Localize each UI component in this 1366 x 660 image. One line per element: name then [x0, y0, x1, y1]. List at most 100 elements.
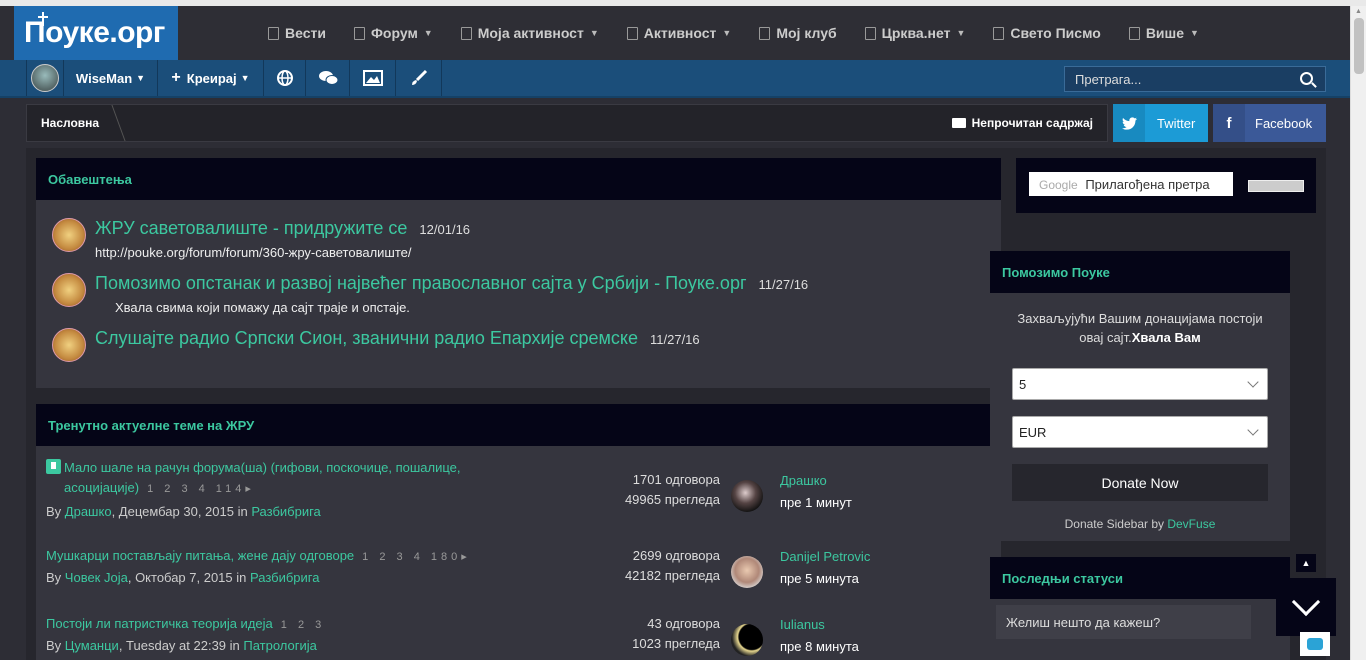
topic-meta: By Драшко, Децембар 30, 2015 in Разбибри… — [46, 504, 321, 519]
last-poster-avatar[interactable] — [731, 624, 763, 656]
document-icon — [460, 26, 472, 40]
last-poster-avatar[interactable] — [731, 480, 763, 512]
last-post-info: Iulianus пре 8 минута — [780, 614, 859, 658]
user-avatar[interactable] — [26, 60, 64, 96]
donate-text-line2: овај сајт. — [1079, 330, 1132, 345]
topic-title-link[interactable]: Мушкарци постављају питања, жене дају од… — [46, 546, 471, 567]
forum-badge-icon — [52, 328, 86, 362]
nav-item-7[interactable]: Више ▼ — [1128, 25, 1199, 41]
announcement-title: Помозимо опстанак и развој највећег прав… — [95, 273, 747, 293]
facebook-button[interactable]: f Facebook — [1213, 104, 1326, 142]
folder-icon — [951, 118, 966, 128]
unread-content-link[interactable]: Непрочитан садржај — [951, 116, 1093, 130]
last-poster-link[interactable]: Iulianus — [780, 614, 859, 636]
user-menu[interactable]: WiseMan ▼ — [64, 60, 158, 96]
announcement-date: 11/27/16 — [758, 277, 809, 292]
last-poster-link[interactable]: Danijel Petrovic — [780, 546, 870, 568]
messages-button[interactable] — [306, 60, 350, 96]
topic-stats: 43 одговора 1023 прегледа — [632, 614, 720, 654]
breadcrumb-separator — [100, 105, 126, 141]
twitter-button[interactable]: Twitter — [1113, 104, 1208, 142]
twitter-label: Twitter — [1157, 115, 1196, 131]
donate-now-button[interactable]: Donate Now — [1012, 464, 1268, 501]
topic-forum-link[interactable]: Патрологија — [243, 638, 317, 653]
nav-item-4[interactable]: Мој клуб — [759, 25, 837, 41]
announcements-panel: Обавештења ЖРУ саветовалиште - придружит… — [36, 158, 1001, 388]
topic-date: , Октобар 7, 2015 in — [127, 570, 250, 585]
scroll-up-arrow[interactable]: ▲ — [1355, 8, 1362, 15]
twitter-icon — [1113, 104, 1145, 142]
google-search-input[interactable]: Google Прилагођена претра — [1029, 172, 1233, 196]
nav-item-6[interactable]: Свето Писмо — [993, 25, 1101, 41]
topic-pages[interactable]: 1 2 3 — [281, 619, 325, 631]
create-menu[interactable]: + Креирај ▼ — [158, 60, 264, 96]
chevron-down-icon: ▼ — [589, 28, 599, 38]
by-label: By — [46, 570, 62, 585]
breadcrumb: Насловна Непрочитан садржај — [26, 104, 1108, 142]
nav-item-0[interactable]: Вести — [268, 25, 326, 41]
chevron-down-icon: ▼ — [136, 73, 146, 83]
devfuse-link[interactable]: DevFuse — [1167, 517, 1215, 531]
topic-title-link[interactable]: Мало шале на рачун форума(ша) (гифови, п… — [46, 458, 461, 499]
theme-button[interactable] — [396, 60, 442, 96]
gallery-button[interactable] — [350, 60, 396, 96]
announcement-link[interactable]: Слушајте радио Српски Сион, званични рад… — [95, 328, 700, 349]
donate-title: Помозимо Поуке — [990, 251, 1290, 293]
scrollbar-thumb[interactable] — [1354, 18, 1364, 74]
nav-item-3[interactable]: Активност ▼ — [626, 25, 731, 41]
donate-widget: Помозимо Поуке Захваљујући Вашим донациј… — [990, 251, 1290, 541]
chevron-down-icon: ▼ — [1189, 28, 1199, 38]
plus-icon: + — [171, 69, 181, 86]
announcement-subtext: Хвала свима који помажу да сајт траје и … — [115, 300, 410, 315]
currency-select[interactable]: EUR — [1012, 416, 1268, 448]
google-search-button[interactable] — [1248, 180, 1304, 192]
last-post-time: пре 5 минута — [780, 571, 859, 586]
last-poster-avatar[interactable] — [731, 556, 763, 588]
nav-item-1[interactable]: Форум ▼ — [353, 25, 433, 41]
last-poster-link[interactable]: Драшко — [780, 470, 852, 492]
nav-item-label: Мој клуб — [776, 25, 837, 41]
chevron-down-icon — [1291, 587, 1321, 617]
last-post-time: пре 1 минут — [780, 495, 852, 510]
announcements-list: ЖРУ саветовалиште - придружите се 12/01/1… — [36, 200, 1001, 369]
topic-author-link[interactable]: Човек Јоја — [65, 570, 128, 585]
document-icon — [864, 26, 876, 40]
nav-item-2[interactable]: Моја активност ▼ — [460, 25, 599, 41]
google-label: Google — [1039, 178, 1078, 192]
page-scrollbar[interactable]: ▲ — [1350, 6, 1366, 660]
amount-select[interactable]: 5 — [1012, 368, 1268, 400]
chevron-up-icon[interactable]: ▲ — [1296, 554, 1316, 572]
topic-title-link[interactable]: Постоји ли патристичка теорија идеја 1 2 … — [46, 614, 325, 635]
image-icon — [362, 70, 383, 86]
topic-forum-link[interactable]: Разбибрига — [251, 504, 320, 519]
google-placeholder: Прилагођена претра — [1085, 177, 1210, 192]
topic-title-cont: асоцијације) — [64, 480, 140, 495]
search-box[interactable]: Претрага... — [1064, 66, 1326, 92]
create-label: Креирај — [186, 70, 237, 86]
scroll-down-button[interactable] — [1276, 578, 1336, 636]
topic-author-link[interactable]: Цуманци — [65, 638, 119, 653]
nav-item-5[interactable]: Црква.нет ▼ — [864, 25, 965, 41]
search-icon[interactable] — [1300, 72, 1313, 85]
breadcrumb-home[interactable]: Насловна — [41, 116, 99, 130]
reply-count: 1701 одговора — [632, 472, 720, 487]
topic-meta: By Човек Јоја, Октобар 7, 2015 in Разбиб… — [46, 570, 319, 585]
search-input[interactable]: Претрага... — [1075, 72, 1141, 87]
announcement-title: ЖРУ саветовалиште - придружите се — [95, 218, 408, 238]
status-input[interactable]: Желиш нешто да кажеш? — [996, 605, 1251, 639]
site-logo[interactable]: Поуке.орг — [14, 6, 178, 60]
globe-button[interactable] — [264, 60, 306, 96]
announcement-link[interactable]: Помозимо опстанак и развој највећег прав… — [95, 273, 808, 294]
topic-title: Мало шале на рачун форума(ша) (гифови, п… — [64, 460, 461, 475]
topic-pages[interactable]: 1 2 3 4 180▸ — [362, 551, 471, 563]
topic-pages[interactable]: 1 2 3 4 114▸ — [147, 483, 255, 495]
topic-forum-link[interactable]: Разбибрига — [250, 570, 319, 585]
last-post-time: пре 8 минута — [780, 639, 859, 654]
topic-author-link[interactable]: Драшко — [65, 504, 112, 519]
chat-icon — [1307, 638, 1323, 650]
globe-icon — [276, 70, 293, 86]
announcement-link[interactable]: ЖРУ саветовалиште - придружите се 12/01/1… — [95, 218, 470, 239]
chat-button[interactable] — [1300, 632, 1330, 656]
announcement-item: Слушајте радио Српски Сион, званични рад… — [36, 314, 1001, 369]
topic-meta: By Цуманци, Tuesday at 22:39 in Патролог… — [46, 638, 317, 653]
